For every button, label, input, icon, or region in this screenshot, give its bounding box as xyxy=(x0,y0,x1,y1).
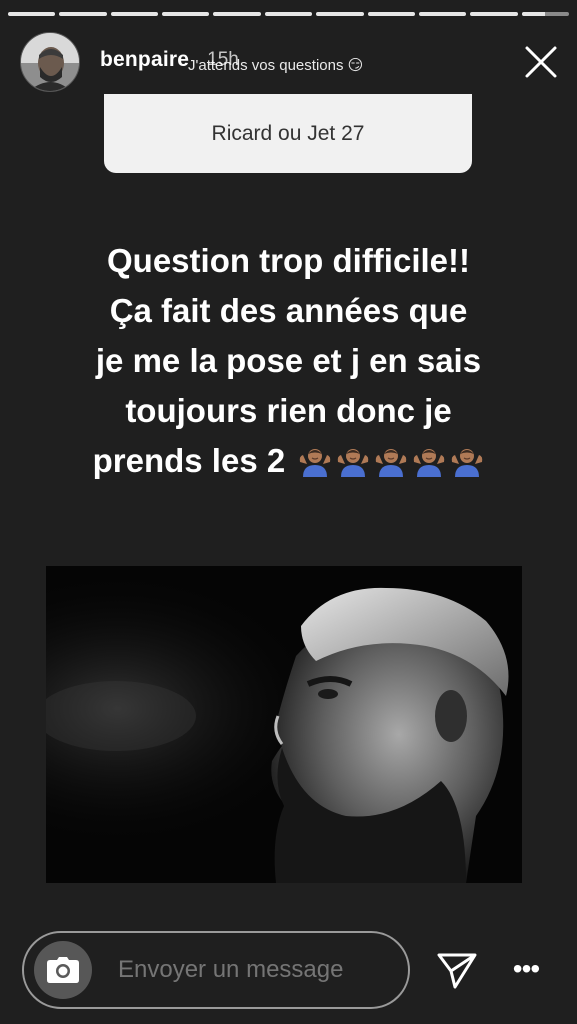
progress-segment xyxy=(8,12,56,16)
progress-segment-fill xyxy=(470,12,518,16)
story-viewer[interactable]: benpaire 15h J'attends vos questions 😏 R… xyxy=(0,0,577,1024)
progress-segment xyxy=(162,12,210,16)
person-shrugging-emoji xyxy=(300,449,331,477)
progress-segment-fill xyxy=(418,12,467,16)
progress-segment xyxy=(264,12,313,16)
question-prompt: J'attends vos questions 😏 xyxy=(188,57,364,74)
progress-segment-fill xyxy=(110,12,159,16)
story-photo xyxy=(46,566,522,883)
progress-segment xyxy=(470,12,518,16)
question-answer: Ricard ou Jet 27 xyxy=(211,121,365,145)
caption-line-text: prends les 2 xyxy=(92,442,286,479)
story-progress-bar xyxy=(8,12,569,16)
avatar[interactable] xyxy=(20,32,80,92)
progress-segment xyxy=(213,12,261,16)
caption-line: je me la pose et j en sais xyxy=(95,342,482,379)
progress-segment-fill xyxy=(213,12,261,16)
caption-line-last: prends les 2 xyxy=(40,436,537,486)
send-icon[interactable] xyxy=(436,949,478,991)
story-caption: Question trop difficile!! Ça fait des an… xyxy=(40,236,537,486)
person-shrugging-emoji xyxy=(414,449,445,477)
question-sticker[interactable]: J'attends vos questions 😏 Ricard ou Jet … xyxy=(104,38,472,173)
progress-segment xyxy=(110,12,159,16)
progress-segment xyxy=(521,12,569,16)
progress-segment xyxy=(316,12,364,16)
emoji-row xyxy=(294,442,484,479)
progress-segment xyxy=(367,12,415,16)
close-icon[interactable] xyxy=(523,44,559,80)
person-shrugging-emoji xyxy=(452,449,483,477)
more-icon[interactable]: ••• xyxy=(508,955,544,983)
progress-segment xyxy=(418,12,467,16)
person-shrugging-emoji xyxy=(338,449,369,477)
person-shrugging-emoji xyxy=(376,449,407,477)
progress-segment xyxy=(59,12,107,16)
message-composer xyxy=(22,931,410,1009)
progress-segment-fill xyxy=(316,12,364,16)
caption-line: Ça fait des années que xyxy=(109,292,468,329)
progress-segment-fill xyxy=(8,12,56,16)
progress-segment-fill xyxy=(264,12,313,16)
progress-segment-fill xyxy=(59,12,107,16)
progress-segment-fill xyxy=(367,12,415,16)
progress-segment-fill xyxy=(521,12,546,16)
question-answer-card: Ricard ou Jet 27 xyxy=(104,94,472,173)
message-input[interactable] xyxy=(116,955,400,985)
caption-line: toujours rien donc je xyxy=(125,392,452,429)
progress-segment-fill xyxy=(162,12,210,16)
camera-icon[interactable] xyxy=(34,941,92,999)
question-sticker-header: J'attends vos questions 😏 xyxy=(104,38,472,94)
caption-line: Question trop difficile!! xyxy=(107,242,470,279)
